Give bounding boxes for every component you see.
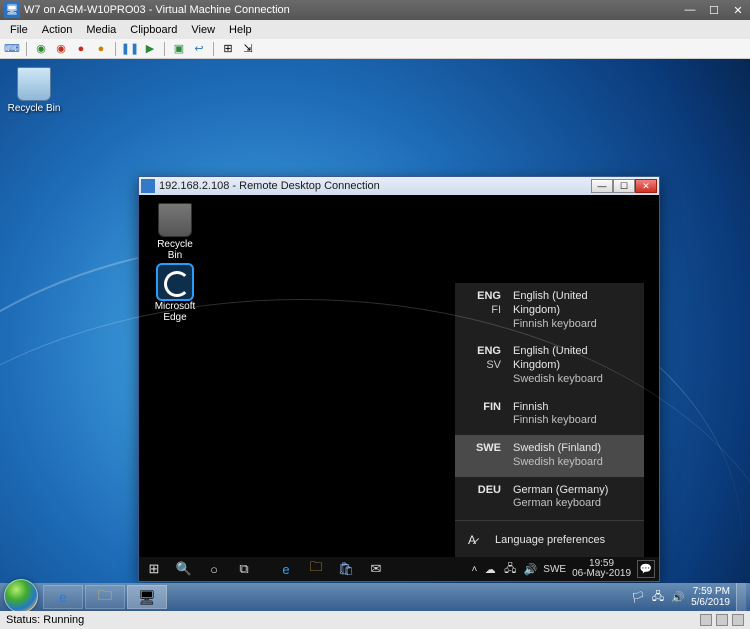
rdp-minimize-button[interactable]: —: [591, 179, 613, 193]
recycle-bin-icon[interactable]: Recycle Bin: [6, 67, 62, 114]
vm-statusbar: Status: Running: [0, 611, 750, 629]
win10-desktop[interactable]: Recycle Bin Microsoft Edge ENGFI English…: [139, 195, 659, 581]
tb-mail-icon[interactable]: ✉: [361, 557, 391, 581]
vm-app-icon: 🖥: [4, 2, 20, 18]
pause-icon[interactable]: ❚❚: [122, 41, 138, 57]
vm-titlebar: 🖥 W7 on AGM-W10PRO03 - Virtual Machine C…: [0, 0, 750, 20]
lang-pref-label: Language preferences: [495, 534, 605, 546]
action-center-icon[interactable]: 💬: [637, 560, 655, 578]
lang-item-fin[interactable]: FIN FinnishFinnish keyboard: [455, 394, 644, 436]
tb-ie-icon[interactable]: e: [43, 585, 83, 609]
shutdown-icon[interactable]: ●: [73, 41, 89, 57]
turnoff-icon[interactable]: ◉: [53, 41, 69, 57]
cortana-icon[interactable]: ○: [199, 557, 229, 581]
inner-recycle-bin[interactable]: Recycle Bin: [149, 203, 201, 261]
tray-clock[interactable]: 19:59 06-May-2019: [572, 559, 631, 580]
language-preferences[interactable]: A̷ Language preferences: [455, 523, 644, 557]
vm-toolbar: ⌨ ◉ ◉ ● ● ❚❚ ▶ ▣ ↩ ⊞ ⇲: [0, 39, 750, 59]
rdp-window[interactable]: 192.168.2.108 - Remote Desktop Connectio…: [138, 176, 660, 582]
lang-item-swe[interactable]: SWE Swedish (Finland)Swedish keyboard: [455, 435, 644, 477]
taskview-icon[interactable]: ⧉: [229, 557, 259, 581]
rdp-app-icon: [141, 179, 155, 193]
rdp-titlebar[interactable]: 192.168.2.108 - Remote Desktop Connectio…: [139, 177, 659, 195]
start-button[interactable]: ⊞: [139, 557, 169, 581]
maximize-button[interactable]: ☐: [702, 1, 726, 19]
tray-volume-icon[interactable]: 🔊: [523, 562, 537, 576]
vm-status-text: Status: Running: [6, 614, 84, 626]
menu-action[interactable]: Action: [36, 24, 79, 36]
language-switcher: ENGFI English (United Kingdom)Finnish ke…: [455, 283, 644, 557]
revert-icon[interactable]: ↩: [191, 41, 207, 57]
status-led-2: [716, 614, 728, 626]
tray-volume-icon[interactable]: 🔊: [671, 590, 685, 604]
inner-edge-icon[interactable]: Microsoft Edge: [149, 265, 201, 323]
tray-flag-icon[interactable]: 🏳: [631, 590, 645, 604]
recycle-bin-label: Recycle Bin: [6, 103, 62, 114]
tb-edge-icon[interactable]: e: [271, 557, 301, 581]
start-icon[interactable]: ◉: [33, 41, 49, 57]
status-led-1: [700, 614, 712, 626]
inner-recycle-bin-label: Recycle Bin: [149, 239, 201, 261]
menu-help[interactable]: Help: [223, 24, 258, 36]
minimize-button[interactable]: —: [678, 1, 702, 19]
tray-onedrive-icon[interactable]: ☁: [483, 562, 497, 576]
bin-icon: [17, 67, 51, 101]
lang-item-deu[interactable]: DEU German (Germany)German keyboard: [455, 477, 644, 519]
ctrl-alt-del-icon[interactable]: ⌨: [4, 41, 20, 57]
menu-file[interactable]: File: [4, 24, 34, 36]
tray-network-icon[interactable]: 🖧: [651, 590, 665, 604]
search-icon[interactable]: 🔍: [169, 557, 199, 581]
show-desktop-button[interactable]: [736, 583, 746, 611]
vm-title-text: W7 on AGM-W10PRO03 - Virtual Machine Con…: [24, 4, 678, 16]
inner-edge-label: Microsoft Edge: [149, 301, 201, 323]
status-led-3: [732, 614, 744, 626]
edge-icon: [158, 265, 192, 299]
reset-icon[interactable]: ▶: [142, 41, 158, 57]
win7-start-button[interactable]: [4, 579, 38, 613]
win7-taskbar: e 🗀 🖥 🏳 🖧 🔊 7:59 PM 5/6/2019: [0, 583, 750, 611]
close-button[interactable]: ✕: [726, 1, 750, 19]
bin-icon: [158, 203, 192, 237]
save-icon[interactable]: ●: [93, 41, 109, 57]
enhanced-icon[interactable]: ⊞: [220, 41, 236, 57]
rdp-close-button[interactable]: ✕: [635, 179, 657, 193]
menu-clipboard[interactable]: Clipboard: [124, 24, 183, 36]
menu-view[interactable]: View: [185, 24, 221, 36]
win10-taskbar: ⊞ 🔍 ○ ⧉ e 🗀 🛍 ✉ ˄ ☁ 🖧 🔊 SWE 19:59 06: [139, 557, 659, 581]
tray-chevron-icon[interactable]: ˄: [471, 564, 477, 575]
lang-pref-icon: A̷: [463, 533, 481, 547]
tb-store-icon[interactable]: 🛍: [331, 557, 361, 581]
tray-lang[interactable]: SWE: [543, 564, 566, 575]
tb-explorer-icon[interactable]: 🗀: [85, 585, 125, 609]
tb-explorer-icon[interactable]: 🗀: [301, 557, 331, 581]
checkpoint-icon[interactable]: ▣: [171, 41, 187, 57]
share-icon[interactable]: ⇲: [240, 41, 256, 57]
rdp-maximize-button[interactable]: ☐: [613, 179, 635, 193]
tray-network-icon[interactable]: 🖧: [503, 562, 517, 576]
tb-vmconnect-icon[interactable]: 🖥: [127, 585, 167, 609]
lang-item-eng-sv[interactable]: ENGSV English (United Kingdom)Swedish ke…: [455, 338, 644, 393]
lang-item-eng-fi[interactable]: ENGFI English (United Kingdom)Finnish ke…: [455, 283, 644, 338]
rdp-title-text: 192.168.2.108 - Remote Desktop Connectio…: [159, 180, 591, 192]
win7-desktop[interactable]: Recycle Bin 192.168.2.108 - Remote Deskt…: [0, 59, 750, 583]
vm-menubar: File Action Media Clipboard View Help: [0, 20, 750, 39]
menu-media[interactable]: Media: [80, 24, 122, 36]
tray-clock[interactable]: 7:59 PM 5/6/2019: [691, 586, 730, 608]
